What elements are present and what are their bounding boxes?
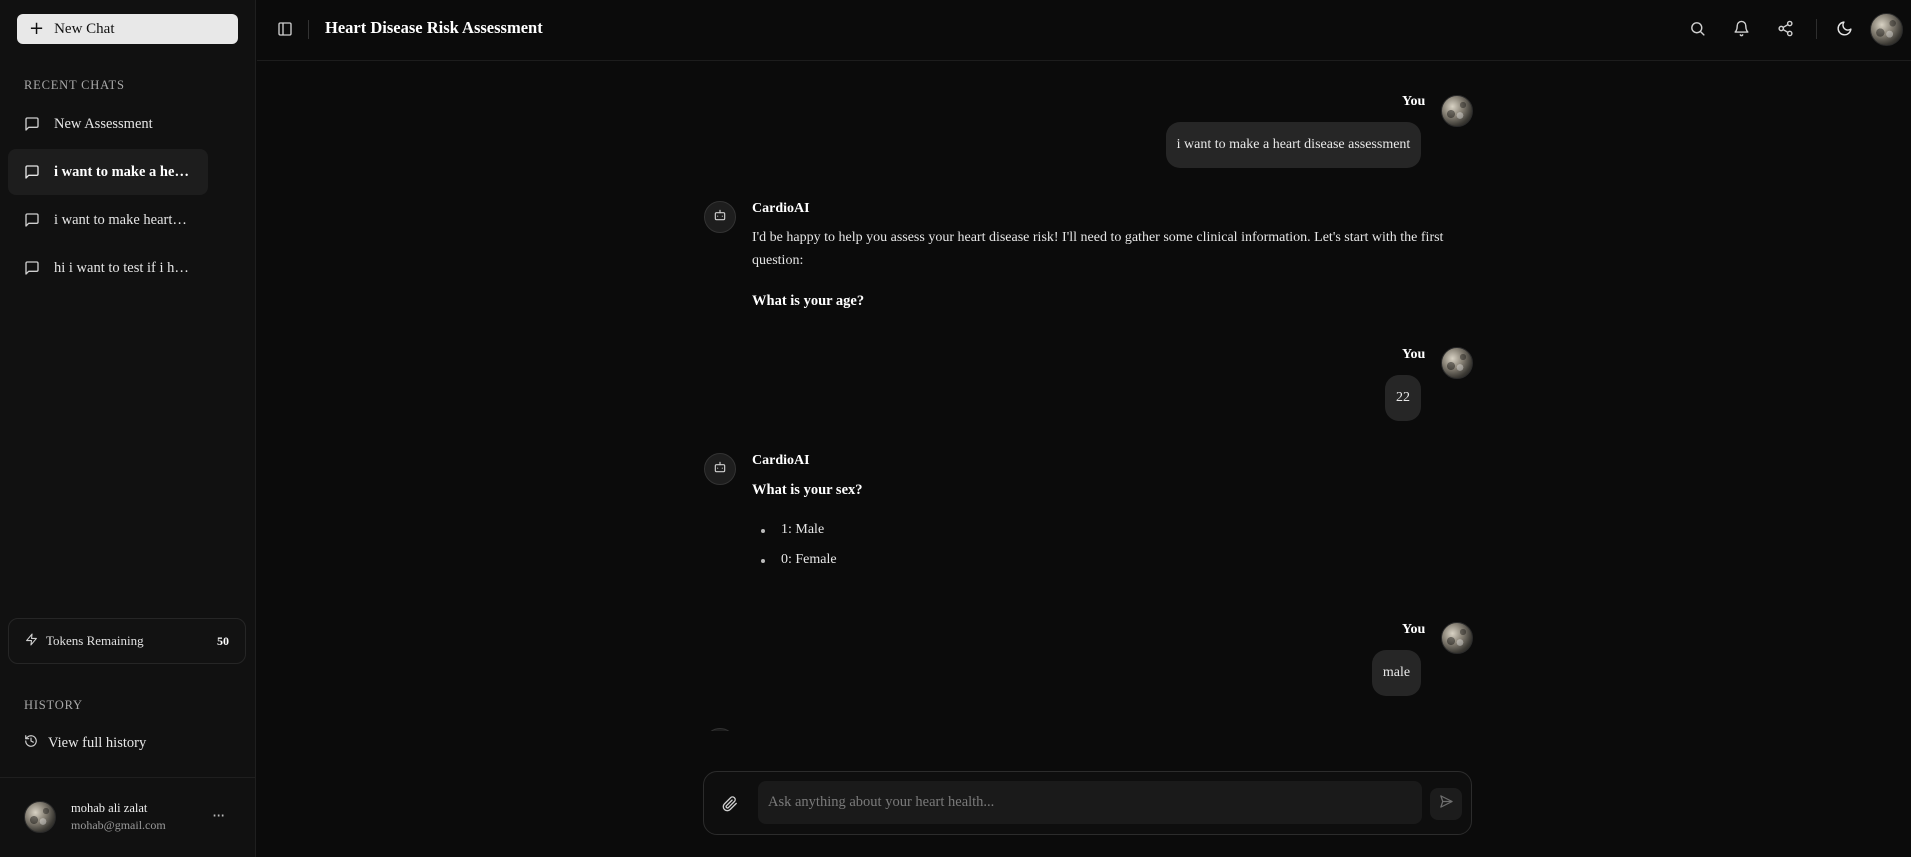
- sidebar: + New Chat RECENT CHATS New Assessment i…: [0, 0, 256, 857]
- page-title: Heart Disease Risk Assessment: [325, 18, 543, 37]
- share-icon[interactable]: [1777, 20, 1794, 42]
- plus-icon: +: [29, 18, 45, 39]
- user-sender-name: You: [1402, 622, 1426, 637]
- recent-chats-heading: RECENT CHATS: [24, 78, 125, 92]
- tokens-count: 50: [217, 633, 229, 648]
- user-message-bubble: male: [1372, 650, 1421, 696]
- paperclip-icon[interactable]: [722, 796, 738, 817]
- sidebar-chat-item[interactable]: New Assessment: [8, 101, 208, 147]
- header-divider: [308, 20, 309, 39]
- bot-question: What is your age?: [752, 293, 865, 309]
- option-list-item: 0: Female: [761, 552, 837, 567]
- bot-avatar: [704, 728, 736, 731]
- sidebar-chat-item[interactable]: i want to make heart disease assessment: [8, 197, 208, 243]
- bot-icon: [713, 208, 727, 227]
- view-full-history-link[interactable]: View full history: [24, 734, 146, 753]
- bot-message-text-continued: question:: [752, 253, 804, 268]
- bot-avatar: [704, 201, 736, 233]
- tokens-remaining-card: Tokens Remaining 50: [8, 618, 246, 664]
- moon-icon[interactable]: [1836, 20, 1853, 42]
- chat-item-label: i want to make a heart disease assessmen…: [54, 163, 190, 180]
- message-composer: [703, 771, 1472, 835]
- tokens-label: Tokens Remaining: [46, 633, 144, 648]
- user-email: mohab@gmail.com: [71, 818, 166, 832]
- chat-item-label: hi i want to test if i have heart diseas…: [54, 259, 190, 276]
- message-square-icon: [24, 164, 40, 180]
- send-icon: [1439, 794, 1454, 814]
- user-avatar: [24, 801, 56, 833]
- header-user-avatar[interactable]: [1870, 13, 1903, 46]
- user-message-avatar: [1441, 622, 1473, 654]
- bell-icon[interactable]: [1733, 20, 1750, 42]
- user-message-bubble: 22: [1385, 375, 1421, 421]
- message-square-icon: [24, 116, 40, 132]
- bot-message-text: I'd be happy to help you assess your hea…: [752, 230, 1444, 245]
- chat-thread: You i want to make a heart disease asses…: [257, 61, 1911, 731]
- user-sender-name: You: [1402, 347, 1426, 362]
- user-message-avatar: [1441, 347, 1473, 379]
- user-message-bubble: i want to make a heart disease assessmen…: [1166, 122, 1421, 168]
- new-chat-button[interactable]: + New Chat: [17, 14, 238, 44]
- zap-icon: [25, 633, 38, 650]
- header-divider: [1816, 19, 1817, 39]
- option-list-item: 1: Male: [760, 522, 825, 537]
- message-square-icon: [24, 212, 40, 228]
- top-bar: Heart Disease Risk Assessment: [257, 0, 1911, 61]
- chat-item-label: i want to make heart disease assessment: [54, 211, 190, 228]
- bot-sender-name: CardioAI: [752, 453, 810, 468]
- user-name: mohab ali zalat: [71, 801, 148, 815]
- search-icon[interactable]: [1689, 20, 1706, 42]
- user-profile[interactable]: mohab ali zalat mohab@gmail.com: [24, 801, 166, 833]
- send-button[interactable]: [1430, 788, 1462, 820]
- user-sender-name: You: [1402, 94, 1426, 109]
- sidebar-chat-item[interactable]: hi i want to test if i have heart diseas…: [8, 245, 208, 291]
- history-heading: HISTORY: [24, 698, 83, 712]
- message-input[interactable]: [758, 781, 1422, 824]
- history-icon: [24, 734, 38, 753]
- more-options-icon[interactable]: ···: [212, 806, 225, 825]
- bot-sender-name: CardioAI: [752, 201, 810, 216]
- bot-icon: [713, 460, 727, 479]
- view-full-history-label: View full history: [48, 735, 147, 751]
- sidebar-divider: [0, 777, 256, 778]
- chat-item-label: New Assessment: [54, 115, 153, 132]
- new-chat-label: New Chat: [54, 20, 115, 37]
- sidebar-chat-item-active[interactable]: i want to make a heart disease assessmen…: [8, 149, 208, 195]
- message-square-icon: [24, 260, 40, 276]
- panel-left-icon[interactable]: [277, 21, 293, 42]
- bot-avatar: [704, 453, 736, 485]
- user-message-avatar: [1441, 95, 1473, 127]
- bot-question: What is your sex?: [752, 482, 863, 498]
